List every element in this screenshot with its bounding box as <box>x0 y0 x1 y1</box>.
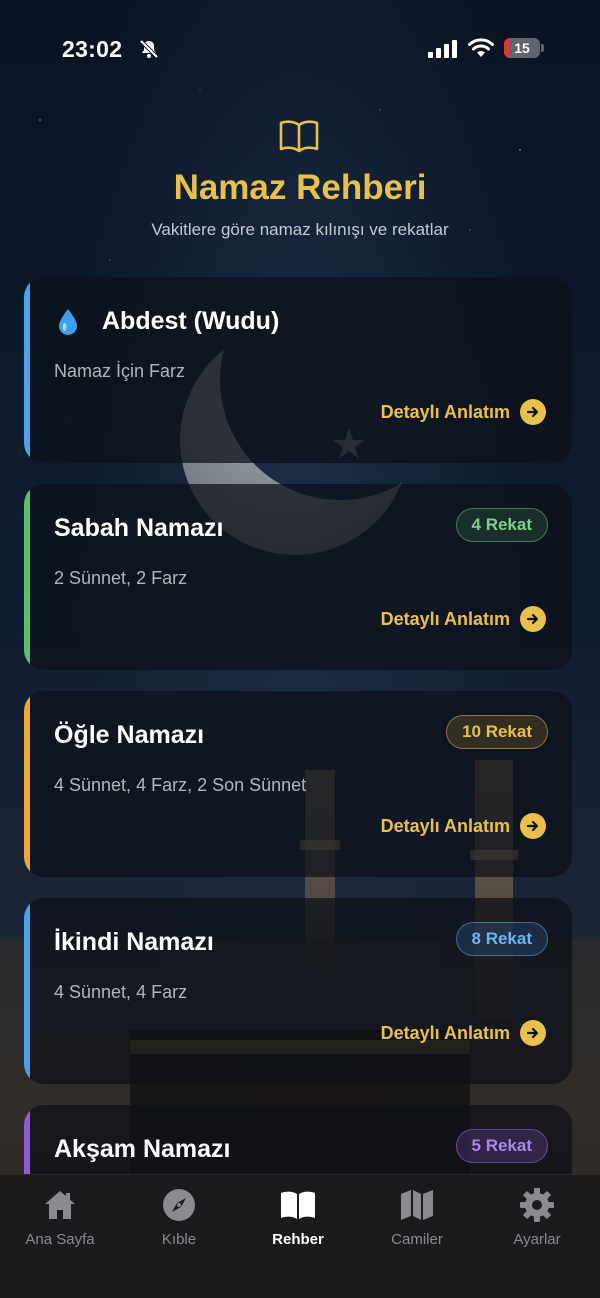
detail-link[interactable]: Detaylı Anlatım <box>381 1020 546 1046</box>
arrow-right-icon <box>520 1020 546 1046</box>
rekat-badge: 4 Rekat <box>455 508 548 542</box>
battery-percent: 15 <box>514 40 530 56</box>
card-sabah-namazi[interactable]: Sabah Namazı 4 Rekat 2 Sünnet, 2 Farz De… <box>24 484 572 670</box>
arrow-right-icon <box>520 813 546 839</box>
card-subtitle: Namaz İçin Farz <box>54 361 186 381</box>
detail-link[interactable]: Detaylı Anlatım <box>381 813 546 839</box>
cellular-signal-icon <box>428 40 457 58</box>
wifi-icon <box>468 38 494 57</box>
detail-link-label: Detaylı Anlatım <box>380 1022 510 1043</box>
tab-label: Ayarlar <box>513 1231 561 1248</box>
water-drop-icon <box>59 309 77 335</box>
card-ogle-namazi[interactable]: Öğle Namazı 10 Rekat 4 Sünnet, 4 Farz, 2… <box>24 691 572 877</box>
arrow-right-icon <box>520 399 546 425</box>
rekat-badge: 5 Rekat <box>455 1129 548 1163</box>
tab-ayarlar[interactable]: Ayarlar <box>477 1187 597 1248</box>
detail-link-label: Detaylı Anlatım <box>380 608 510 629</box>
card-abdest[interactable]: Abdest (Wudu) Namaz İçin Farz Detaylı An… <box>24 277 572 463</box>
battery-cap <box>541 44 544 52</box>
tab-kible[interactable]: Kıble <box>119 1187 239 1248</box>
bell-slash-icon <box>139 39 159 59</box>
rekat-badge: 8 Rekat <box>455 922 548 956</box>
arrow-right-icon <box>520 606 546 632</box>
page-title: Namaz Rehberi <box>173 168 427 207</box>
tab-rehber[interactable]: Rehber <box>238 1187 358 1248</box>
open-book-icon <box>279 120 319 153</box>
detail-link-label: Detaylı Anlatım <box>380 815 510 836</box>
tab-camiler[interactable]: Camiler <box>357 1187 477 1248</box>
detail-link-label: Detaylı Anlatım <box>380 401 510 422</box>
battery-icon: 15 <box>504 38 540 58</box>
card-subtitle: 2 Sünnet, 2 Farz <box>54 568 188 588</box>
card-title: Abdest (Wudu) <box>102 307 280 335</box>
card-title: Sabah Namazı <box>54 514 224 542</box>
tab-label: Kıble <box>161 1231 197 1248</box>
status-bar: 23:02 15 <box>0 30 600 66</box>
card-subtitle: 4 Sünnet, 4 Farz <box>54 982 188 1002</box>
detail-link[interactable]: Detaylı Anlatım <box>381 606 546 632</box>
compass-icon <box>163 1189 195 1221</box>
page-subtitle: Vakitlere göre namaz kılınışı ve rekatla… <box>151 220 449 239</box>
card-accent-bar <box>24 277 30 463</box>
tab-label: Ana Sayfa <box>25 1231 95 1248</box>
card-accent-bar <box>24 898 30 1084</box>
card-accent-bar <box>24 691 30 877</box>
card-accent-bar <box>24 484 30 670</box>
card-ikindi-namazi[interactable]: İkindi Namazı 8 Rekat 4 Sünnet, 4 Farz D… <box>24 898 572 1084</box>
tab-ana-sayfa[interactable]: Ana Sayfa <box>0 1187 120 1248</box>
detail-link[interactable]: Detaylı Anlatım <box>381 399 546 425</box>
bottom-tab-bar: Ana Sayfa Kıble Rehber Camiler Ayarlar <box>0 1174 600 1298</box>
card-title: Öğle Namazı <box>54 721 205 749</box>
map-icon <box>401 1190 433 1220</box>
book-icon <box>281 1191 315 1219</box>
tab-label: Rehber <box>272 1231 324 1248</box>
tab-label: Camiler <box>391 1231 443 1248</box>
card-title: Akşam Namazı <box>54 1135 231 1163</box>
card-subtitle: 4 Sünnet, 4 Farz, 2 Son Sünnet <box>54 775 307 795</box>
home-icon <box>45 1191 75 1219</box>
status-time: 23:02 <box>62 36 123 62</box>
rekat-badge: 10 Rekat <box>446 715 548 749</box>
gear-icon <box>520 1188 554 1222</box>
card-title: İkindi Namazı <box>54 928 214 956</box>
